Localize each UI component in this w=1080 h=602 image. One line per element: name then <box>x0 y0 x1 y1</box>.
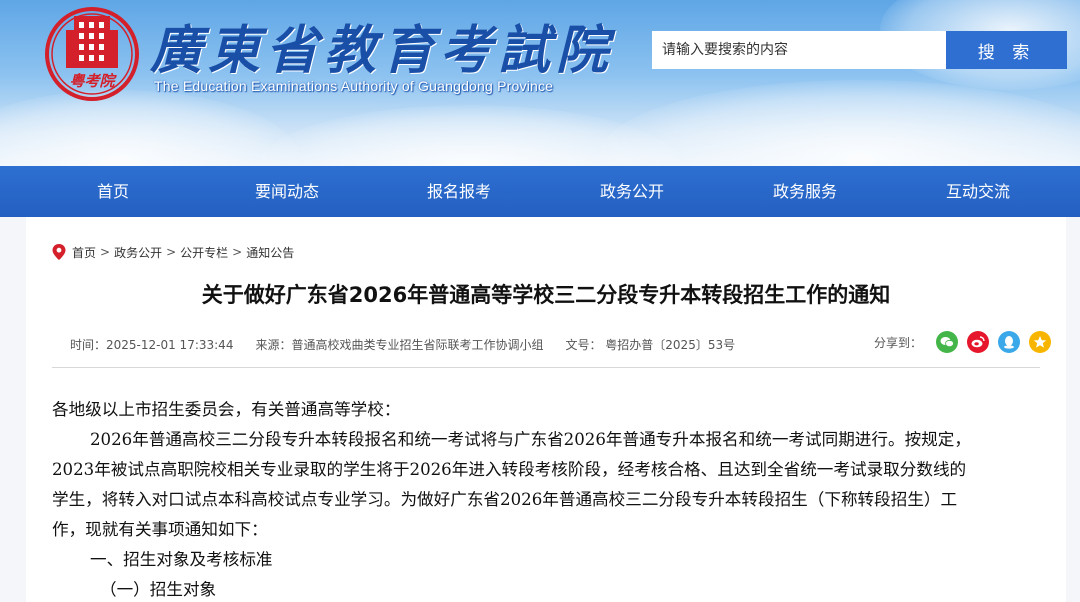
breadcrumb-separator: > <box>100 245 111 259</box>
nav-item-registration[interactable]: 报名报考 <box>348 166 570 217</box>
body-paragraph: 2026年普通高校三二分段专升本转段报名和统一考试将与广东省2026年普通专升本… <box>90 430 971 449</box>
nav-item-news[interactable]: 要闻动态 <box>226 166 348 217</box>
location-pin-icon <box>52 244 66 260</box>
salutation: 各地级以上市招生委员会，有关普通高等学校： <box>52 400 401 419</box>
breadcrumb-government-affairs[interactable]: 政务公开 <box>114 244 162 261</box>
body-paragraph: 2023年被试点高职院校相关专业录取的学生将于2026年进入转段考核阶段，经考核… <box>52 460 967 479</box>
site-header: 粤考院 廣東省教育考試院 The Education Examinations … <box>0 0 1080 166</box>
article-body: 各地级以上市招生委员会，有关普通高等学校： 2026年普通高校三二分段专升本转段… <box>52 395 1052 602</box>
share-qzone-button[interactable] <box>1029 331 1052 353</box>
nav-item-government-services[interactable]: 政务服务 <box>694 166 916 217</box>
main-nav: 首页 要闻动态 报名报考 政务公开 政务服务 互动交流 <box>0 166 1080 217</box>
share-wechat-button[interactable] <box>936 331 959 353</box>
search-input[interactable] <box>652 31 946 69</box>
nav-item-home[interactable]: 首页 <box>0 166 226 217</box>
cloud-decoration <box>600 80 1080 166</box>
nav-item-interaction[interactable]: 互动交流 <box>916 166 1040 217</box>
qzone-icon <box>1033 336 1047 348</box>
breadcrumb-public-column[interactable]: 公开专栏 <box>180 244 228 261</box>
article-title: 关于做好广东省2026年普通高等学校三二分段专升本转段招生工作的通知 <box>201 283 891 307</box>
article-meta: 时间：2025-12-01 17:33:44 来源：普通高校戏曲类专业招生省际联… <box>70 336 757 353</box>
body-paragraph: 学生，将转入对口试点本科高校试点专业学习。为做好广东省2026年普通高校三二分段… <box>52 490 958 509</box>
share-label: 分享到： <box>874 335 923 350</box>
body-paragraph: 作，现就有关事项通知如下： <box>52 520 268 539</box>
svg-text:粤考院: 粤考院 <box>69 72 117 90</box>
share-weibo-button[interactable] <box>967 331 990 353</box>
site-logo-icon[interactable]: 粤考院 <box>44 6 140 102</box>
wechat-icon <box>940 337 954 348</box>
breadcrumb-separator: > <box>232 245 243 259</box>
share-qq-button[interactable] <box>998 331 1021 353</box>
site-subtitle: The Education Examinations Authority of … <box>154 78 554 94</box>
article-card: 首页 > 政务公开 > 公开专栏 > 通知公告 关于做好广东省2026年普通高等… <box>26 217 1066 602</box>
site-title[interactable]: 廣東省教育考試院 <box>150 8 614 83</box>
document-number: 文号： 粤招办普〔2025〕53号 <box>565 338 736 352</box>
meta-divider <box>52 367 1040 368</box>
nav-item-government-affairs[interactable]: 政务公开 <box>570 166 694 217</box>
share-bar: 分享到： <box>874 329 1060 355</box>
breadcrumb-separator: > <box>166 245 177 259</box>
search-button[interactable]: 搜 索 <box>946 31 1067 69</box>
weibo-icon <box>971 336 985 348</box>
breadcrumb-home[interactable]: 首页 <box>72 244 96 261</box>
breadcrumb: 首页 > 政务公开 > 公开专栏 > 通知公告 <box>52 243 294 261</box>
section-heading: 一、招生对象及考核标准 <box>90 550 273 569</box>
qq-icon <box>1004 336 1015 349</box>
subsection-heading: （一）招生对象 <box>100 580 217 599</box>
publish-time: 时间：2025-12-01 17:33:44 <box>70 338 234 352</box>
breadcrumb-notices[interactable]: 通知公告 <box>246 244 294 261</box>
article-source: 来源：普通高校戏曲类专业招生省际联考工作协调小组 <box>255 338 544 352</box>
